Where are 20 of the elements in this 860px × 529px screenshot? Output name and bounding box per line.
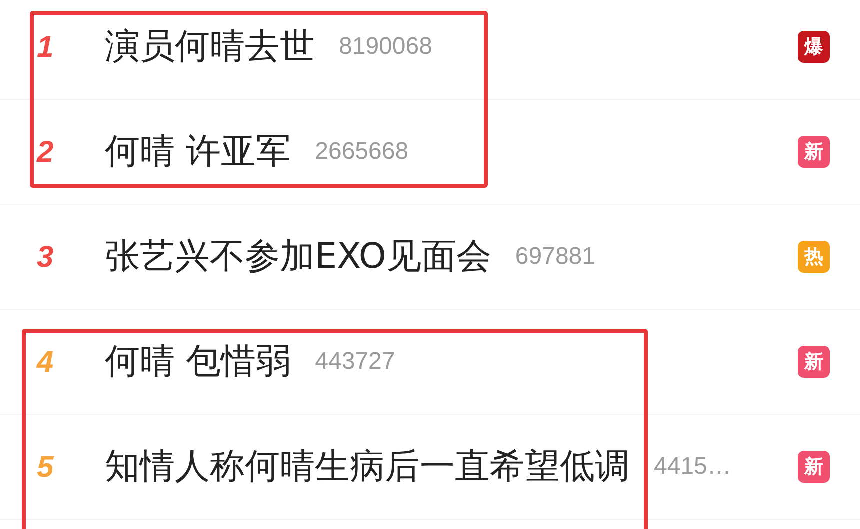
heat-count: 697881 — [515, 242, 596, 272]
topic-title[interactable]: 知情人称何晴生病后一直希望低调 — [105, 440, 630, 494]
heat-count: 8190068 — [339, 32, 432, 62]
rank-number: 4 — [36, 344, 55, 380]
status-badge: 新 — [798, 346, 830, 378]
rank-number: 5 — [36, 450, 55, 486]
topic-title[interactable]: 何晴 包惜弱 — [105, 336, 292, 388]
status-badge: 新 — [798, 451, 830, 483]
heat-count: 443727 — [315, 347, 396, 377]
topic-title[interactable]: 张艺兴不参加EXO见面会 — [105, 230, 492, 284]
heat-count: 2665668 — [315, 137, 409, 167]
status-badge: 热 — [798, 241, 830, 273]
rank-number: 3 — [36, 240, 55, 276]
topic-title[interactable]: 何晴 许亚军 — [105, 126, 292, 178]
rank-number: 2 — [36, 134, 55, 170]
topic-title[interactable]: 演员何晴去世 — [105, 20, 315, 74]
status-badge: 爆 — [798, 31, 830, 63]
status-badge: 新 — [798, 136, 830, 168]
heat-count: 4415… — [654, 452, 732, 482]
rank-number: 1 — [36, 30, 55, 66]
